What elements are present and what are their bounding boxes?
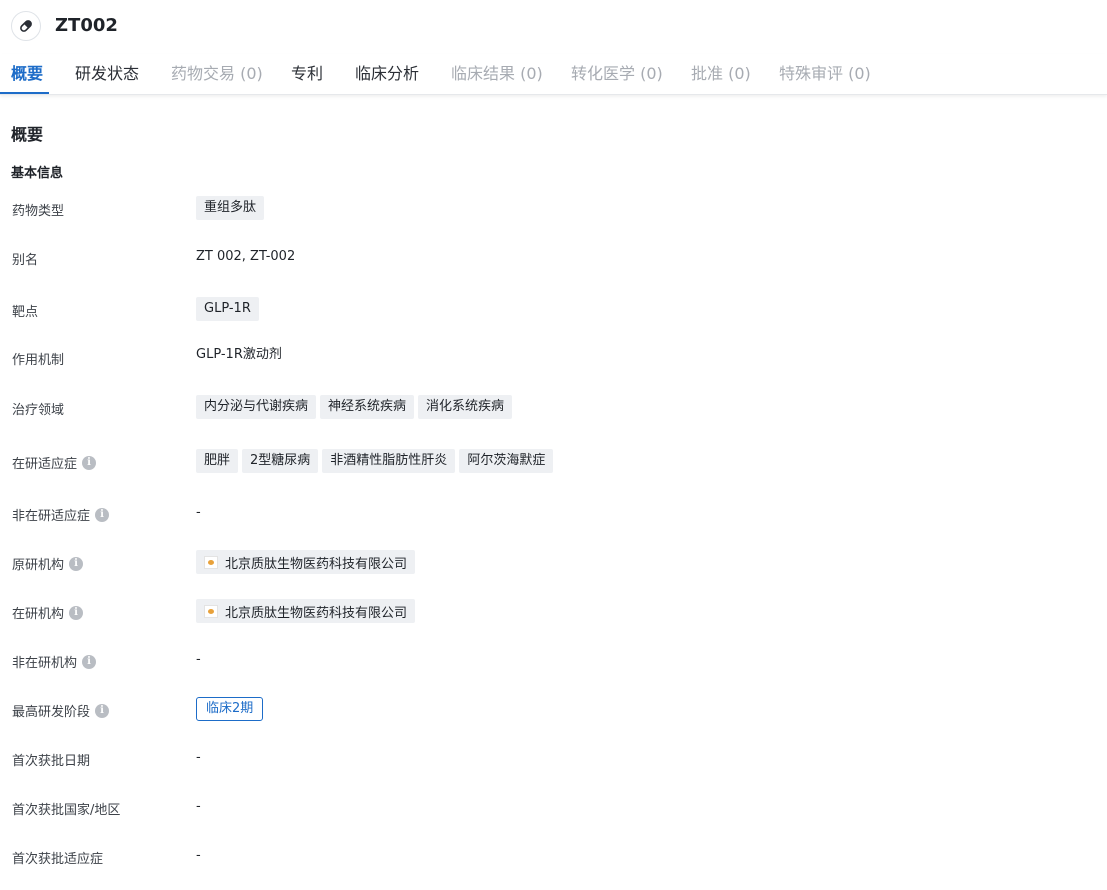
- organization-name: 北京质肽生物医药科技有限公司: [225, 556, 408, 572]
- page-title: ZT002: [55, 15, 118, 36]
- field-label: 治疗领域: [12, 403, 65, 418]
- subsection-title: 基本信息: [11, 166, 64, 181]
- tab-clinical-results[interactable]: 临床结果 (0): [451, 54, 543, 94]
- first-approval-indication-value: -: [196, 848, 201, 863]
- field-label: 首次获批适应症: [12, 852, 104, 867]
- indication-tag[interactable]: 阿尔茨海默症: [459, 449, 554, 473]
- field-label: 首次获批国家/地区: [12, 803, 121, 818]
- therapeutic-area-tag: 消化系统疾病: [418, 395, 513, 419]
- field-label: 非在研机构: [12, 656, 78, 671]
- pill-icon: [11, 11, 41, 41]
- field-label: 首次获批日期: [12, 754, 91, 769]
- tab-rd-status[interactable]: 研发状态: [75, 54, 139, 94]
- field-label: 在研机构: [12, 607, 65, 622]
- field-label: 作用机制: [12, 353, 65, 368]
- alias-value: ZT 002, ZT-002: [196, 249, 296, 264]
- therapeutic-area-tag: 内分泌与代谢疾病: [196, 395, 317, 419]
- info-icon[interactable]: i: [82, 455, 97, 470]
- organization-name: 北京质肽生物医药科技有限公司: [225, 605, 408, 621]
- tab-patents[interactable]: 专利: [291, 54, 323, 94]
- info-icon[interactable]: i: [69, 605, 84, 620]
- field-label: 药物类型: [12, 204, 65, 219]
- organization-tag[interactable]: 北京质肽生物医药科技有限公司: [196, 550, 416, 574]
- indication-tag[interactable]: 2型糖尿病: [242, 449, 319, 473]
- info-icon[interactable]: i: [95, 507, 110, 522]
- indication-tag[interactable]: 肥胖: [196, 449, 239, 473]
- inactive-org-value: -: [196, 652, 201, 667]
- info-icon[interactable]: i: [95, 703, 110, 718]
- tab-overview[interactable]: 概要: [0, 54, 50, 94]
- field-label: 最高研发阶段: [12, 705, 91, 720]
- tab-deals[interactable]: 药物交易 (0): [171, 54, 263, 94]
- mechanism-value: GLP-1R激动剂: [196, 347, 282, 362]
- drug-header: ZT002: [0, 0, 1107, 54]
- indication-tag[interactable]: 非酒精性脂肪性肝炎: [322, 449, 456, 473]
- field-label: 非在研适应症: [12, 509, 91, 524]
- field-label: 在研适应症: [12, 457, 78, 472]
- drug-type-tag: 重组多肽: [196, 196, 265, 220]
- organization-logo-icon: [204, 604, 218, 618]
- target-tag[interactable]: GLP-1R: [196, 297, 259, 321]
- field-label: 别名: [12, 253, 39, 268]
- first-approval-date-value: -: [196, 750, 201, 765]
- field-label: 靶点: [12, 305, 39, 320]
- tab-special-review[interactable]: 特殊审评 (0): [779, 54, 871, 94]
- first-approval-country-value: -: [196, 799, 201, 814]
- tab-approvals[interactable]: 批准 (0): [691, 54, 751, 94]
- tab-clinical-analysis[interactable]: 临床分析: [355, 54, 419, 94]
- tab-bar: 概要 研发状态 药物交易 (0) 专利 临床分析 临床结果 (0) 转化医学 (…: [0, 54, 1107, 95]
- section-title: 概要: [11, 125, 44, 144]
- therapeutic-area-tag: 神经系统疾病: [320, 395, 415, 419]
- organization-logo-icon: [204, 555, 218, 569]
- tab-translational-medicine[interactable]: 转化医学 (0): [571, 54, 663, 94]
- field-value: 重组多肽: [196, 196, 265, 220]
- field-label: 原研机构: [12, 558, 65, 573]
- inactive-indication-value: -: [196, 505, 201, 520]
- phase-badge: 临床2期: [196, 697, 264, 721]
- info-icon[interactable]: i: [82, 654, 97, 669]
- organization-tag[interactable]: 北京质肽生物医药科技有限公司: [196, 599, 416, 623]
- info-icon[interactable]: i: [69, 556, 84, 571]
